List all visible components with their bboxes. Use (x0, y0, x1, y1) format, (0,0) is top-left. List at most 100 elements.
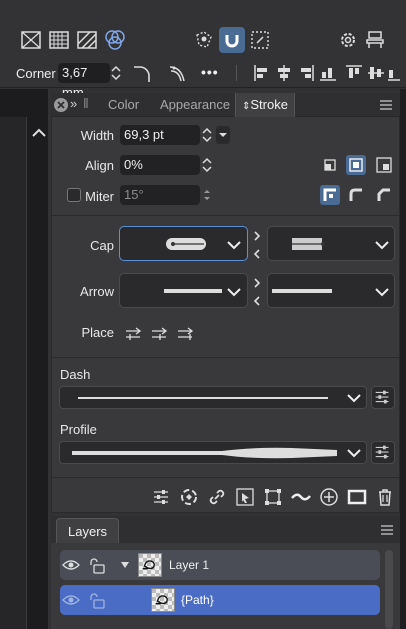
more-options-button[interactable]: ••• (201, 64, 219, 80)
align-bottom-icon[interactable] (317, 62, 339, 84)
place-inside-icon[interactable] (124, 323, 144, 343)
unlock-icon[interactable] (88, 592, 106, 609)
layers-scrollbar[interactable] (385, 550, 393, 629)
width-input[interactable]: 69,3 pt (120, 125, 200, 145)
context-toolbar: Corner 3,67 mm ••• (0, 58, 406, 100)
cap-prev-icon[interactable] (250, 246, 264, 262)
dash-solid-line (78, 397, 328, 399)
dash-select[interactable] (59, 386, 367, 409)
top-toolbar (0, 0, 406, 60)
corner-curve-icon[interactable] (131, 62, 153, 84)
layers-tabbar: Layers (51, 516, 400, 543)
chevron-down-icon (227, 241, 241, 250)
cap-butt-icon (292, 238, 325, 250)
corner-input[interactable]: 3,67 mm (58, 63, 110, 100)
arrow-prev-icon[interactable] (250, 293, 264, 309)
grip-icon[interactable]: ‖ (83, 95, 89, 111)
miter-checkbox[interactable] (67, 188, 81, 202)
cap-start-select[interactable] (119, 226, 248, 261)
bounding-box-icon[interactable] (262, 486, 284, 508)
tab-color[interactable]: Color (108, 93, 139, 117)
expand-stroke-icon[interactable] (178, 486, 200, 508)
miter-stepper[interactable] (200, 185, 214, 205)
panel-tabbar: » ‖ Color Appearance ⇕Stroke (51, 93, 400, 117)
unlock-icon[interactable] (88, 557, 106, 574)
wave-icon[interactable] (290, 486, 312, 508)
tab-stroke[interactable]: ⇕Stroke (235, 93, 295, 117)
width-dropdown-button[interactable] (216, 126, 230, 144)
dash-settings-button[interactable] (371, 386, 395, 409)
rectangle-icon[interactable] (346, 486, 368, 508)
tab-appearance[interactable]: Appearance (160, 93, 230, 117)
miter-label: Miter (85, 189, 114, 204)
align-left-icon[interactable] (251, 62, 273, 84)
align-inside-icon[interactable] (320, 155, 340, 175)
snapping-bolt-icon[interactable] (193, 29, 215, 51)
layer-row[interactable]: Layer 1 (60, 550, 380, 580)
align-middle-icon[interactable] (365, 62, 387, 84)
collapse-icon[interactable]: » (70, 96, 77, 111)
chevron-up-icon[interactable] (28, 122, 50, 144)
arrow-none-start-icon (164, 289, 222, 293)
pixel-grid-icon[interactable] (20, 29, 42, 51)
align-center-stroke-icon[interactable] (346, 155, 366, 175)
chevron-down-icon (347, 394, 361, 403)
toolbar-divider (236, 65, 237, 81)
cap-round-icon (166, 238, 206, 250)
section-divider (52, 215, 399, 216)
close-icon[interactable] (54, 98, 68, 112)
path-thumbnail (151, 588, 175, 612)
panel-menu-icon[interactable] (379, 99, 393, 111)
join-round-icon[interactable] (346, 185, 366, 205)
arrow-start-select[interactable] (119, 273, 248, 308)
layer-name: Layer 1 (169, 558, 210, 572)
miter-input[interactable]: 15° (120, 185, 200, 205)
add-circle-icon[interactable] (318, 486, 340, 508)
align-stepper[interactable] (200, 155, 214, 175)
layers-menu-icon[interactable] (380, 524, 394, 536)
eye-icon[interactable] (62, 558, 80, 572)
grid-icon[interactable] (48, 29, 70, 51)
expand-triangle-icon[interactable] (120, 561, 130, 569)
chevron-down-icon (347, 449, 361, 458)
color-wheel-icon[interactable] (104, 29, 126, 51)
place-center-icon[interactable] (150, 323, 170, 343)
hatch-icon[interactable] (76, 29, 98, 51)
tab-layers[interactable]: Layers (56, 518, 120, 543)
settings-icon[interactable] (337, 29, 359, 51)
align-outside-icon[interactable] (374, 155, 394, 175)
profile-shape (72, 447, 337, 459)
align-input[interactable]: 0% (120, 155, 200, 175)
align-top-icon[interactable] (343, 62, 365, 84)
arrow-next-icon[interactable] (250, 275, 264, 291)
profile-label: Profile (60, 422, 97, 437)
corner-style-icon[interactable] (167, 62, 189, 84)
align-center-icon[interactable] (273, 62, 295, 84)
profile-select[interactable] (59, 441, 367, 464)
eye-icon[interactable] (62, 593, 80, 607)
arrow-none-end-icon (272, 289, 332, 293)
width-stepper[interactable] (200, 125, 214, 145)
chevron-down-icon (375, 241, 389, 250)
link-icon[interactable] (206, 486, 228, 508)
layer-row-selected[interactable]: {Path} (60, 585, 380, 615)
align-bottom-edge-icon[interactable] (387, 62, 401, 84)
dash-label: Dash (60, 367, 91, 382)
cap-next-icon[interactable] (250, 228, 264, 244)
trash-icon[interactable] (374, 486, 396, 508)
profile-settings-button[interactable] (371, 441, 395, 464)
snap-rect-icon[interactable] (249, 29, 271, 51)
join-bevel-icon[interactable] (374, 185, 394, 205)
person-icon[interactable] (364, 29, 386, 51)
cap-end-select[interactable] (267, 226, 395, 261)
place-label: Place (81, 325, 114, 340)
select-pointer-icon[interactable] (234, 486, 256, 508)
place-outside-icon[interactable] (176, 323, 196, 343)
magnet-icon[interactable] (219, 27, 245, 53)
join-miter-icon[interactable] (320, 185, 340, 205)
sliders-icon[interactable] (150, 486, 172, 508)
align-right-icon[interactable] (295, 62, 317, 84)
section-divider (52, 477, 399, 478)
arrow-end-select[interactable] (267, 273, 395, 308)
corner-stepper[interactable] (109, 63, 123, 83)
